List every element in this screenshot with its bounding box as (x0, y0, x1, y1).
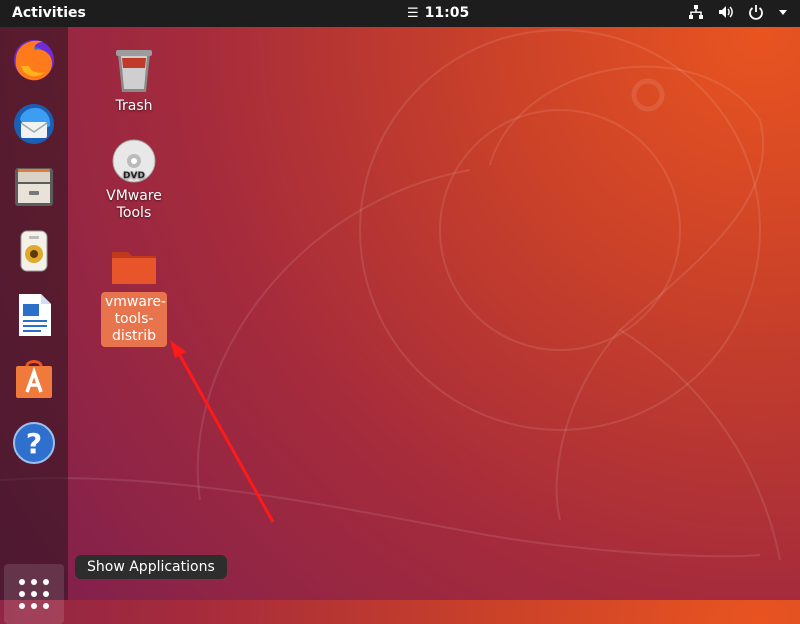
clock-time: 11:05 (424, 5, 470, 21)
network-icon[interactable] (688, 4, 704, 24)
dvd-icon: DVD (112, 139, 156, 183)
trash-label: Trash (115, 98, 153, 114)
clock-button[interactable]: ☰ 11:05 (407, 5, 469, 21)
dock-item-software[interactable] (8, 353, 60, 405)
desktop-icon-vmware-tools[interactable]: DVD VMware Tools (94, 138, 174, 222)
folder-label-line2: tools- (114, 311, 154, 327)
folder-label-line3: distrib (111, 328, 157, 344)
system-tray[interactable] (688, 4, 788, 24)
svg-text:DVD: DVD (123, 171, 145, 181)
folder-label-line1: vmware- (105, 294, 167, 310)
notification-menu-icon: ☰ (407, 5, 419, 21)
vmware-tools-label-line2: Tools (116, 205, 152, 221)
folder-icon (112, 252, 156, 284)
dock-item-firefox[interactable] (8, 33, 60, 85)
firefox-icon (14, 40, 54, 81)
desktop-icon-vmware-tools-distrib[interactable]: vmware- tools- distrib (94, 246, 174, 347)
dock-item-rhythmbox[interactable] (8, 225, 60, 277)
volume-icon[interactable] (718, 4, 734, 24)
dock: ? (0, 27, 68, 624)
show-applications-tooltip: Show Applications (75, 555, 227, 579)
vmware-tools-label-line1: VMware (106, 188, 162, 204)
desktop-icon-trash[interactable]: Trash (94, 46, 174, 115)
dock-item-thunderbird[interactable] (8, 97, 60, 149)
dock-item-writer[interactable] (8, 289, 60, 341)
help-icon: ? (13, 422, 55, 464)
show-applications-button[interactable] (4, 564, 64, 624)
files-icon (15, 168, 53, 206)
dock-item-help[interactable]: ? (8, 417, 60, 469)
activities-button[interactable]: Activities (12, 5, 86, 21)
writer-icon (19, 294, 51, 336)
svg-text:?: ? (26, 427, 42, 460)
chevron-down-icon[interactable] (778, 4, 788, 24)
app-grid-icon (19, 579, 49, 609)
power-icon[interactable] (748, 4, 764, 24)
top-bar: Activities ☰ 11:05 (0, 0, 800, 27)
trash-icon (116, 50, 152, 92)
dock-item-files[interactable] (8, 161, 60, 213)
rhythmbox-icon (20, 230, 48, 272)
folder-label: vmware- tools- distrib (101, 292, 167, 347)
thunderbird-icon (14, 104, 54, 144)
software-store-icon (16, 360, 52, 398)
